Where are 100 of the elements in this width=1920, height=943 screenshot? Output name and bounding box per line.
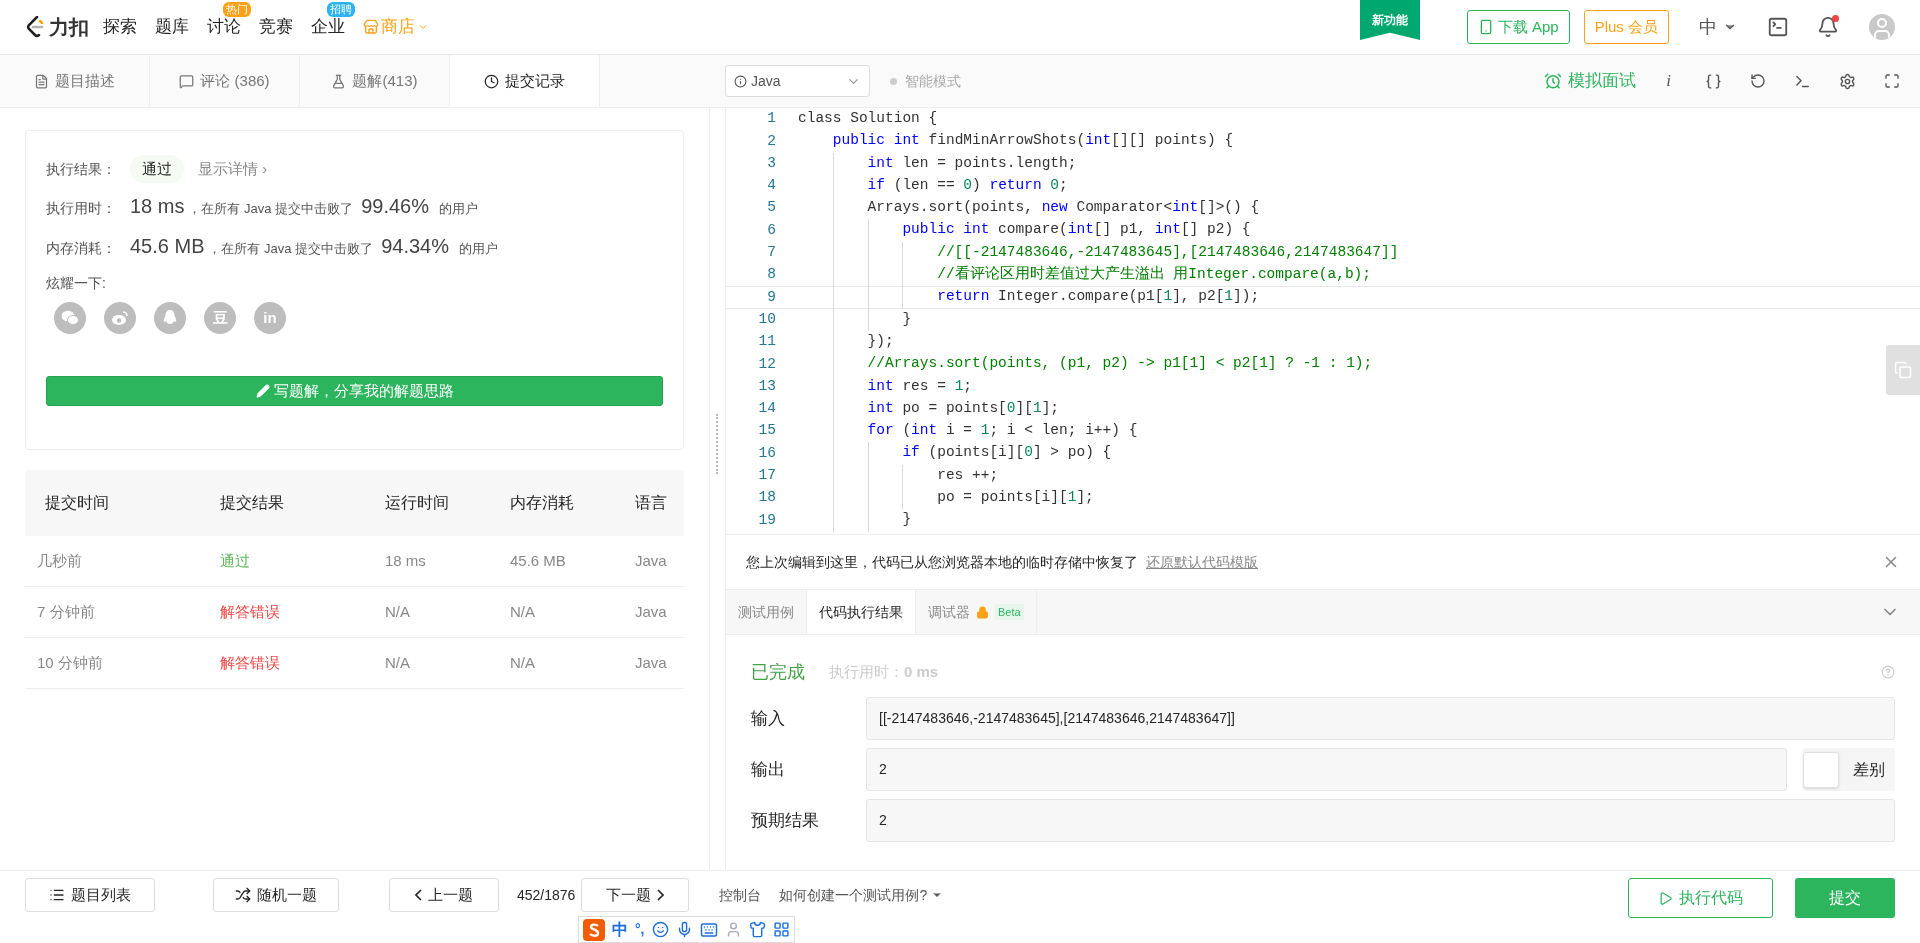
ime-logo-icon[interactable]	[583, 918, 605, 941]
ime-mode-button[interactable]: 中	[612, 917, 628, 942]
wechat-icon[interactable]	[54, 302, 86, 334]
nav-link[interactable]: 探索	[103, 14, 137, 40]
console-button[interactable]: 控制台	[719, 878, 762, 912]
reset-icon[interactable]	[1750, 73, 1766, 89]
problem-list-button[interactable]: 题目列表	[25, 878, 155, 912]
code-text: int len = points.length;	[867, 153, 1077, 173]
share-label: 炫耀一下:	[46, 274, 107, 293]
console-tab[interactable]: 调试器 Beta	[916, 590, 1037, 634]
result-link[interactable]: 通过	[195, 549, 365, 573]
line-number: 18	[757, 488, 776, 508]
grid-icon[interactable]	[772, 921, 790, 938]
braces-icon[interactable]	[1705, 72, 1722, 90]
flask-icon	[331, 73, 347, 89]
result-link[interactable]: 解答错误	[195, 600, 365, 624]
panel-tab[interactable]: 提交记录	[450, 55, 600, 107]
nav-badge: 热门	[223, 2, 251, 18]
settings-icon[interactable]	[1839, 72, 1856, 90]
table-cell-text: Java	[634, 652, 668, 673]
metric-text: ，在所有 Java 提交中击败了	[188, 200, 354, 218]
line-number: 7	[766, 243, 776, 263]
code-text: for (int i = 1; i < len; i++) {	[867, 421, 1138, 441]
line-number: 6	[766, 220, 776, 240]
clock-icon	[484, 73, 499, 89]
show-details-link[interactable]: 显示详情 ›	[198, 157, 268, 181]
line-number: 16	[757, 443, 776, 463]
line-number: 8	[766, 265, 776, 285]
download-app-button[interactable]: 下载 App	[1466, 10, 1570, 44]
metric-value: 45.6 MB	[130, 234, 205, 259]
new-feature-ribbon[interactable]: 新功能	[1360, 0, 1420, 40]
language-dropdown[interactable]: 中	[1699, 13, 1737, 41]
line-number: 9	[766, 287, 776, 307]
side-panel-toggle[interactable]	[1886, 345, 1920, 395]
random-problem-button[interactable]: 随机一题	[213, 878, 339, 912]
table-cell-text: 18 ms	[384, 550, 427, 571]
metric-value: 18 ms	[130, 194, 185, 219]
metric-percent: 94.34%	[381, 234, 449, 259]
panel-tab[interactable]: 评论 (386)	[150, 55, 300, 107]
line-number: 4	[766, 176, 776, 196]
table-cell-text: 10 分钟前	[36, 652, 104, 673]
table-cell-text: N/A	[384, 601, 411, 622]
store-icon	[363, 19, 379, 35]
table-cell-text: N/A	[509, 652, 536, 673]
resize-handle[interactable]	[716, 414, 719, 474]
console-tab[interactable]: 代码执行结果	[807, 590, 916, 634]
shuffle-icon	[235, 887, 251, 903]
run-code-button[interactable]: 执行代码	[1628, 878, 1773, 918]
line-number: 2	[766, 131, 776, 151]
panel-tab[interactable]: 题目描述	[0, 55, 150, 107]
code-text: }	[902, 309, 912, 329]
nav-link[interactable]: 题库	[155, 14, 189, 40]
nav-link[interactable]: 竞赛	[259, 14, 293, 40]
mock-interview-button[interactable]: 模拟面试	[1544, 68, 1637, 94]
logo-text[interactable]: 力扣	[49, 12, 89, 42]
code-text: if (len == 0) return 0;	[867, 175, 1068, 195]
info-button[interactable]: i	[1666, 68, 1671, 94]
line-number: 3	[766, 153, 776, 173]
table-cell-text: 几秒前	[36, 550, 83, 571]
ime-punctuation-button[interactable]: °,	[635, 919, 645, 940]
field-label: 输出	[751, 758, 786, 781]
line-number: 13	[757, 376, 776, 396]
logo-icon	[25, 16, 45, 38]
alarm-clock-icon	[1544, 72, 1563, 90]
terminal-icon[interactable]	[1767, 16, 1789, 38]
line-number: 1	[766, 109, 776, 129]
write-solution-button[interactable]: 写题解，分享我的解题思路	[46, 376, 663, 406]
keyboard-icon[interactable]	[699, 920, 718, 939]
column-header: 运行时间	[384, 493, 450, 513]
weibo-icon[interactable]	[104, 302, 136, 334]
field-label: 内存消耗：	[46, 239, 117, 258]
notification-bell[interactable]	[1817, 16, 1839, 38]
speech-bubble-icon	[179, 73, 195, 89]
shirt-icon[interactable]	[748, 921, 766, 938]
table-cell-text: Java	[634, 601, 668, 622]
pencil-icon	[255, 384, 270, 398]
help-dropdown[interactable]: 如何创建一个测试用例?	[779, 878, 944, 912]
diff-toggle[interactable]	[1803, 751, 1839, 788]
table-cell-text: 45.6 MB	[509, 550, 567, 571]
result-link[interactable]: 解答错误	[195, 651, 365, 675]
field-label: 输入	[751, 707, 786, 730]
code-text: public int compare(int[] p1, int[] p2) {	[902, 220, 1251, 240]
submit-button[interactable]: 提交	[1795, 878, 1895, 918]
fullscreen-icon[interactable]	[1884, 73, 1900, 89]
line-number: 11	[757, 332, 776, 352]
code-text: class Solution {	[798, 109, 938, 129]
lock-icon	[976, 605, 989, 619]
code-text: //看评论区用时差值过大产生溢出 用Integer.compare(a,b);	[937, 264, 1372, 285]
smile-icon[interactable]	[651, 921, 669, 938]
restore-template-link[interactable]: 还原默认代码模版	[1146, 551, 1258, 573]
code-text: Arrays.sort(points, new Comparator<int[]>() {	[867, 198, 1260, 218]
code-text: //[[-2147483646,-2147483645],[2147483646,2147483647]]	[937, 242, 1399, 262]
document-icon	[34, 73, 49, 89]
penguin-icon[interactable]	[154, 302, 186, 334]
table-cell-text: N/A	[384, 652, 411, 673]
language-select[interactable]: Java	[725, 65, 870, 97]
next-problem-button[interactable]: 下一题	[581, 878, 690, 912]
chevron-right-icon	[657, 889, 665, 901]
previous-problem-button[interactable]: 上一题	[389, 878, 499, 912]
line-number: 14	[757, 399, 776, 419]
